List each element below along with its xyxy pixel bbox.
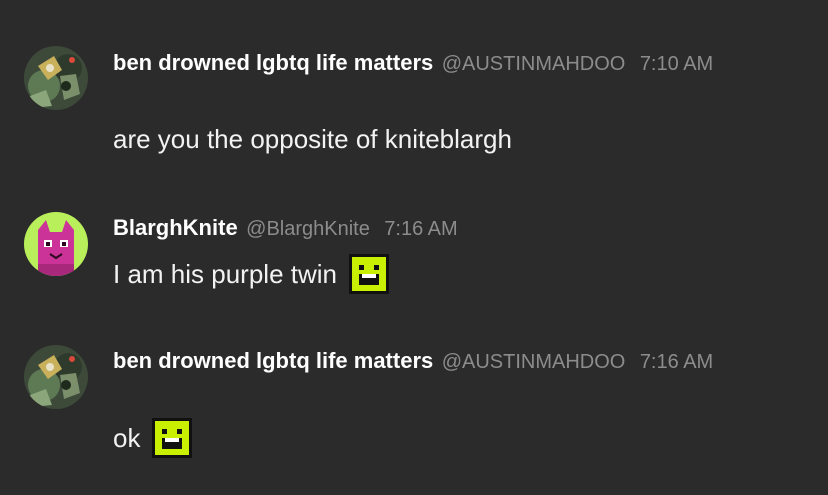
chat-log: ben drowned lgbtq life matters @AUSTINMA…	[0, 0, 828, 495]
user-handle[interactable]: @AUSTINMAHDOO	[442, 351, 626, 373]
green-smiley-emoji-icon	[152, 418, 193, 458]
message-body: ok	[113, 422, 141, 453]
message-header: ben drowned lgbtq life matters @AUSTINMA…	[113, 344, 773, 380]
timestamp: 7:16 AM	[639, 351, 714, 373]
message-text: ok	[113, 418, 193, 458]
ben-drowned-avatar-icon[interactable]	[24, 345, 88, 409]
message-item: ben drowned lgbtq life matters @AUSTINMA…	[0, 0, 828, 495]
username[interactable]: ben drowned lgbtq life matters	[113, 348, 433, 373]
